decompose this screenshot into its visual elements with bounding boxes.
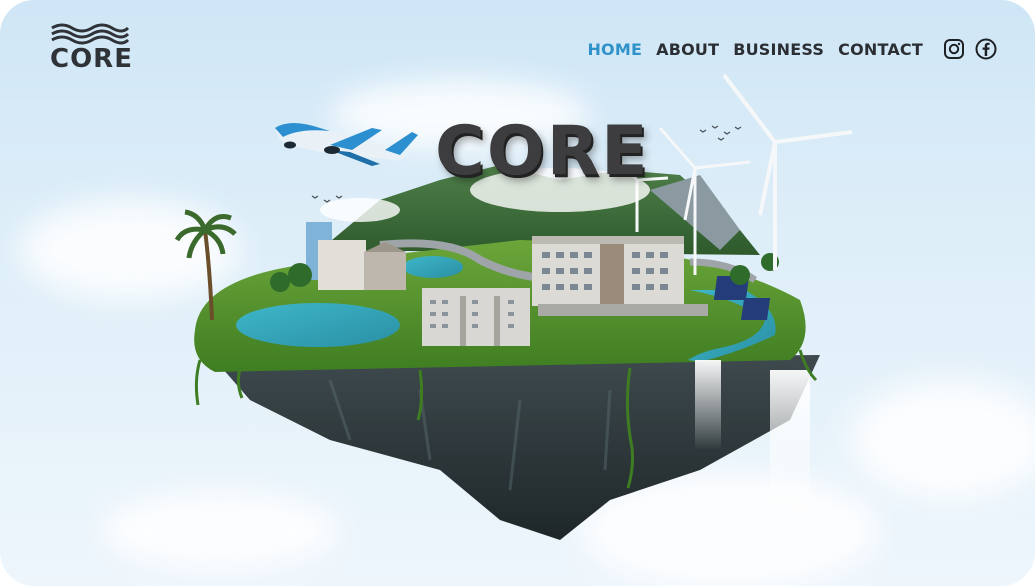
page-frame: CORE HOME ABOUT BUSINESS CONTACT CORE: [0, 0, 1035, 586]
apartment-building: [422, 288, 530, 346]
waterfall: [770, 370, 810, 550]
hospital-building: [532, 236, 708, 316]
waterfall: [695, 360, 721, 450]
airplane: [275, 123, 418, 166]
pond-small: [403, 256, 463, 278]
hero-title: CORE: [435, 112, 650, 191]
floating-island-scene: [174, 73, 853, 550]
pond-large: [236, 303, 400, 347]
mist-cloud: [320, 198, 400, 222]
island-rock-base: [215, 355, 820, 540]
